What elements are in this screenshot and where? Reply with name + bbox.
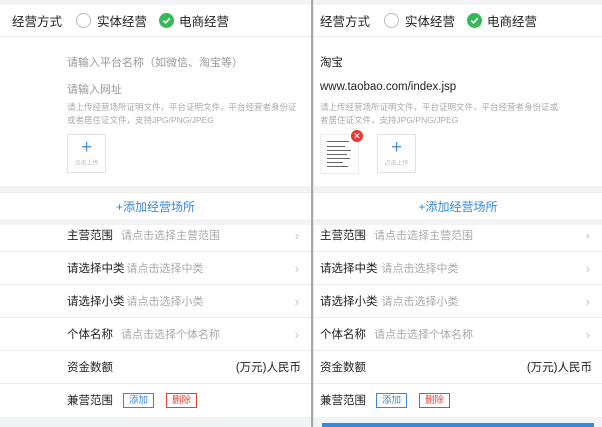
side-business-row: 兼营范围 添加 删除 xyxy=(314,384,602,416)
entity-name-placeholder: 请点击选择个体名称 xyxy=(374,329,473,341)
main-scope-placeholder: 请点击选择主营范围 xyxy=(374,230,473,242)
sub-category-label: 请选择小类 xyxy=(320,296,378,308)
option-ecommerce[interactable]: 电商经营 xyxy=(159,11,229,30)
delete-side-business-button[interactable]: 删除 xyxy=(166,392,198,408)
chevron-right-icon: › xyxy=(585,327,590,342)
middle-category-label: 请选择中类 xyxy=(320,263,378,275)
middle-category-row[interactable]: 请选择中类 请点击选择中类 › xyxy=(0,252,311,285)
plus-icon: + xyxy=(80,137,93,158)
bottom-strip xyxy=(0,417,311,427)
main-scope-label: 主营范围 xyxy=(320,230,366,242)
plus-icon: + xyxy=(390,137,403,158)
platform-name-input[interactable]: 请输入平台名称（如微信、淘宝等） xyxy=(67,54,243,70)
business-mode-row: 经营方式 实体经营 电商经营 xyxy=(0,5,311,37)
option-ecommerce[interactable]: 电商经营 xyxy=(467,11,537,30)
form-pane-filled: 经营方式 实体经营 电商经营 淘宝 www.taobao.com/index.j… xyxy=(314,0,602,427)
website-input[interactable]: www.taobao.com/index.jsp xyxy=(320,81,456,93)
entity-name-label: 个体名称 xyxy=(320,329,366,341)
add-side-business-button[interactable]: 添加 xyxy=(123,392,155,408)
upload-button[interactable]: + 点击上传 xyxy=(377,134,416,173)
chevron-right-icon: › xyxy=(585,261,590,276)
check-icon[interactable] xyxy=(467,13,483,28)
chevron-right-icon: › xyxy=(294,294,299,309)
capital-row[interactable]: 资金数额 (万元)人民币 xyxy=(0,351,311,384)
capital-label: 资金数额 xyxy=(320,362,366,374)
submit-bar[interactable] xyxy=(322,423,594,427)
entity-name-row[interactable]: 个体名称 请点击选择个体名称 › xyxy=(0,318,311,351)
capital-row[interactable]: 资金数额 (万元)人民币 xyxy=(314,351,602,384)
upload-hint: 请上传经营场所证明文件，平台证明文件，平台经营者身份证或者居住证文件，支持JPG… xyxy=(320,102,559,125)
main-scope-label: 主营范围 xyxy=(67,230,113,242)
entity-name-row[interactable]: 个体名称 请点击选择个体名称 › xyxy=(314,318,602,351)
middle-category-label: 请选择中类 xyxy=(67,263,125,275)
add-side-business-button[interactable]: 添加 xyxy=(376,392,408,408)
chevron-right-icon: › xyxy=(294,261,299,276)
form-pane-empty: 经营方式 实体经营 电商经营 请输入平台名称（如微信、淘宝等） 请输入网址 请上… xyxy=(0,0,311,427)
sub-category-row[interactable]: 请选择小类 请点击选择小类 › xyxy=(0,285,311,318)
capital-unit: (万元)人民币 xyxy=(235,362,301,374)
website-input[interactable]: 请输入网址 xyxy=(67,81,122,97)
side-business-label: 兼营范围 xyxy=(67,395,113,407)
sub-category-row[interactable]: 请选择小类 请点击选择小类 › xyxy=(314,285,602,318)
entity-name-label: 个体名称 xyxy=(67,329,113,341)
option-physical-label: 实体经营 xyxy=(97,15,148,29)
side-business-label: 兼营范围 xyxy=(320,395,366,407)
delete-side-business-button[interactable]: 删除 xyxy=(419,392,451,408)
business-mode-row: 经营方式 实体经营 电商经营 xyxy=(314,5,602,37)
remove-image-icon[interactable]: ✕ xyxy=(351,130,363,142)
side-business-row: 兼营范围 添加 删除 xyxy=(0,384,311,416)
middle-category-placeholder: 请点击选择中类 xyxy=(126,263,204,275)
option-ecommerce-label: 电商经营 xyxy=(487,15,538,29)
option-physical-label: 实体经营 xyxy=(405,15,456,29)
upload-button[interactable]: + 点击上传 xyxy=(67,134,106,173)
add-place-button[interactable]: +添加经营场所 xyxy=(314,192,602,221)
radio-unchecked-icon[interactable] xyxy=(384,13,400,28)
chevron-right-icon: › xyxy=(294,228,299,243)
chevron-right-icon: › xyxy=(585,294,590,309)
middle-category-row[interactable]: 请选择中类 请点击选择中类 › xyxy=(314,252,602,285)
check-icon[interactable] xyxy=(159,13,175,28)
add-place-button[interactable]: +添加经营场所 xyxy=(0,192,311,221)
option-physical[interactable]: 实体经营 xyxy=(384,11,455,30)
sub-category-label: 请选择小类 xyxy=(67,296,125,308)
option-physical[interactable]: 实体经营 xyxy=(76,11,147,30)
chevron-right-icon: › xyxy=(294,327,299,342)
platform-name-input[interactable]: 淘宝 xyxy=(320,54,343,70)
capital-label: 资金数额 xyxy=(67,362,113,374)
chevron-right-icon: › xyxy=(585,228,590,243)
sub-category-placeholder: 请点击选择小类 xyxy=(126,296,204,308)
middle-category-placeholder: 请点击选择中类 xyxy=(381,263,459,275)
upload-label: 点击上传 xyxy=(384,161,409,167)
capital-unit: (万元)人民币 xyxy=(526,362,592,374)
main-scope-placeholder: 请点击选择主营范围 xyxy=(121,230,220,242)
entity-name-placeholder: 请点击选择个体名称 xyxy=(121,329,220,341)
upload-hint: 请上传经营场所证明文件，平台证明文件，平台经营者身份证或者居住证文件，支持JPG… xyxy=(67,102,297,125)
main-scope-row[interactable]: 主营范围 请点击选择主营范围 › xyxy=(0,219,311,252)
radio-unchecked-icon[interactable] xyxy=(76,13,92,28)
upload-label: 点击上传 xyxy=(74,161,99,167)
business-mode-label: 经营方式 xyxy=(12,15,63,29)
business-mode-label: 经营方式 xyxy=(320,15,371,29)
sub-category-placeholder: 请点击选择小类 xyxy=(381,296,459,308)
main-scope-row[interactable]: 主营范围 请点击选择主营范围 › xyxy=(314,219,602,252)
option-ecommerce-label: 电商经营 xyxy=(179,15,230,29)
